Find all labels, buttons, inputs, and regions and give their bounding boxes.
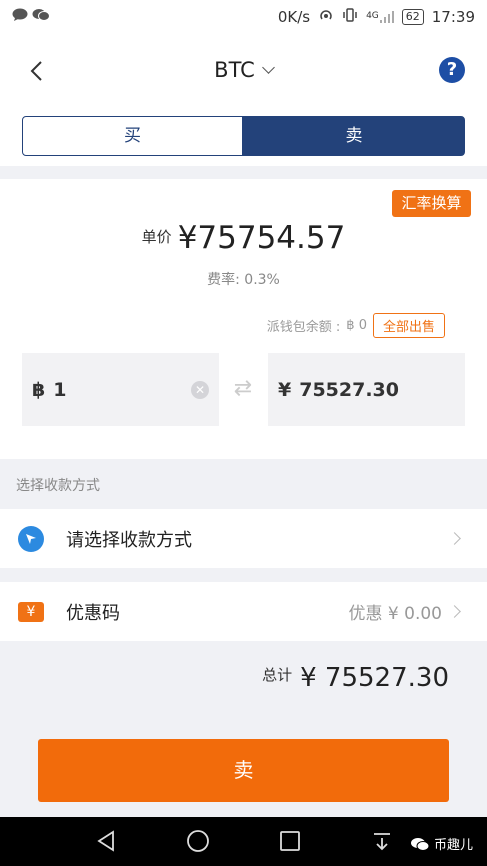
trade-card: 汇率换算 单价 ¥75754.57 费率: 0.3% 派钱包余额 : ฿ 0 全… (0, 179, 487, 459)
cny-amount-field[interactable]: ¥ 75527.30 (268, 353, 465, 426)
swap-icon: ⇄ (233, 376, 253, 401)
chevron-right-icon (448, 605, 461, 618)
total-value: ¥ 75527.30 (300, 663, 449, 693)
sell-button[interactable]: 卖 (38, 739, 449, 802)
payment-method-label: 请选择收款方式 (66, 529, 192, 551)
signal-icon: 4G (366, 11, 394, 23)
fee-rate: 费率: 0.3% (207, 272, 280, 288)
price-value: ¥75754.57 (177, 220, 346, 256)
payment-section-label: 选择收款方式 (16, 478, 100, 494)
home-circle-icon[interactable] (186, 829, 210, 853)
hotspot-icon (318, 8, 334, 26)
watermark: 币趣儿 (410, 834, 473, 853)
tab-buy[interactable]: 买 (22, 116, 243, 156)
rate-conversion-button[interactable]: 汇率换算 (392, 190, 471, 217)
total-label: 总计 (262, 666, 293, 684)
chevron-down-icon (261, 61, 275, 74)
wallet-balance-row: 派钱包余额 : ฿ 0 全部出售 (267, 313, 445, 338)
clock: 17:39 (431, 8, 475, 26)
cursor-icon (18, 525, 44, 552)
cny-symbol-icon: ¥ (278, 378, 292, 401)
trade-type-tabs: 买 卖 (0, 108, 487, 166)
coupon-row[interactable]: ¥ 优惠码 优惠 ¥ 0.00 (0, 582, 487, 641)
price-label: 单价 (141, 228, 172, 246)
payment-method-row[interactable]: 请选择收款方式 (0, 509, 487, 568)
coupon-ticket-icon: ¥ (18, 601, 44, 622)
btc-symbol-icon: ฿ (32, 378, 46, 401)
status-bar: 0K/s 4G 62 17:39 (0, 0, 487, 34)
recents-square-icon[interactable] (278, 829, 302, 853)
coupon-value: 优惠 ¥ 0.00 (348, 604, 442, 624)
clear-icon[interactable]: ✕ (191, 381, 209, 399)
sell-all-button[interactable]: 全部出售 (372, 313, 445, 338)
wechat-logo-icon (411, 837, 430, 851)
vibrate-icon (342, 8, 358, 26)
coin-selector[interactable]: BTC (0, 58, 487, 82)
price-row: 单价 ¥75754.57 (0, 220, 487, 256)
help-icon[interactable]: ? (439, 57, 465, 83)
back-triangle-icon[interactable] (94, 829, 118, 853)
coupon-label: 优惠码 (66, 602, 120, 624)
top-nav: BTC ? (0, 34, 487, 108)
btc-amount-field[interactable]: ฿ 1 ✕ (22, 353, 219, 426)
net-speed: 0K/s (277, 8, 311, 26)
wallet-balance: ฿ 0 (346, 318, 367, 333)
chevron-right-icon (448, 532, 461, 545)
coupon-icon: ¥ (18, 599, 44, 625)
network-type: 4G (366, 11, 379, 21)
watermark-text: 币趣儿 (434, 838, 474, 853)
total-row: 总计 ¥ 75527.30 (262, 663, 449, 693)
btc-amount-value: 1 (53, 378, 67, 401)
system-nav-bar: 币趣儿 (0, 817, 487, 866)
tab-sell[interactable]: 卖 (243, 116, 465, 156)
page-title: BTC (214, 58, 255, 82)
battery-indicator: 62 (401, 9, 424, 25)
cny-amount-value: 75527.30 (299, 378, 399, 401)
chat-icon (12, 8, 28, 26)
notification-pull-icon[interactable] (370, 829, 394, 853)
wechat-icon (32, 8, 50, 26)
wallet-label: 派钱包余额 : (266, 320, 341, 335)
